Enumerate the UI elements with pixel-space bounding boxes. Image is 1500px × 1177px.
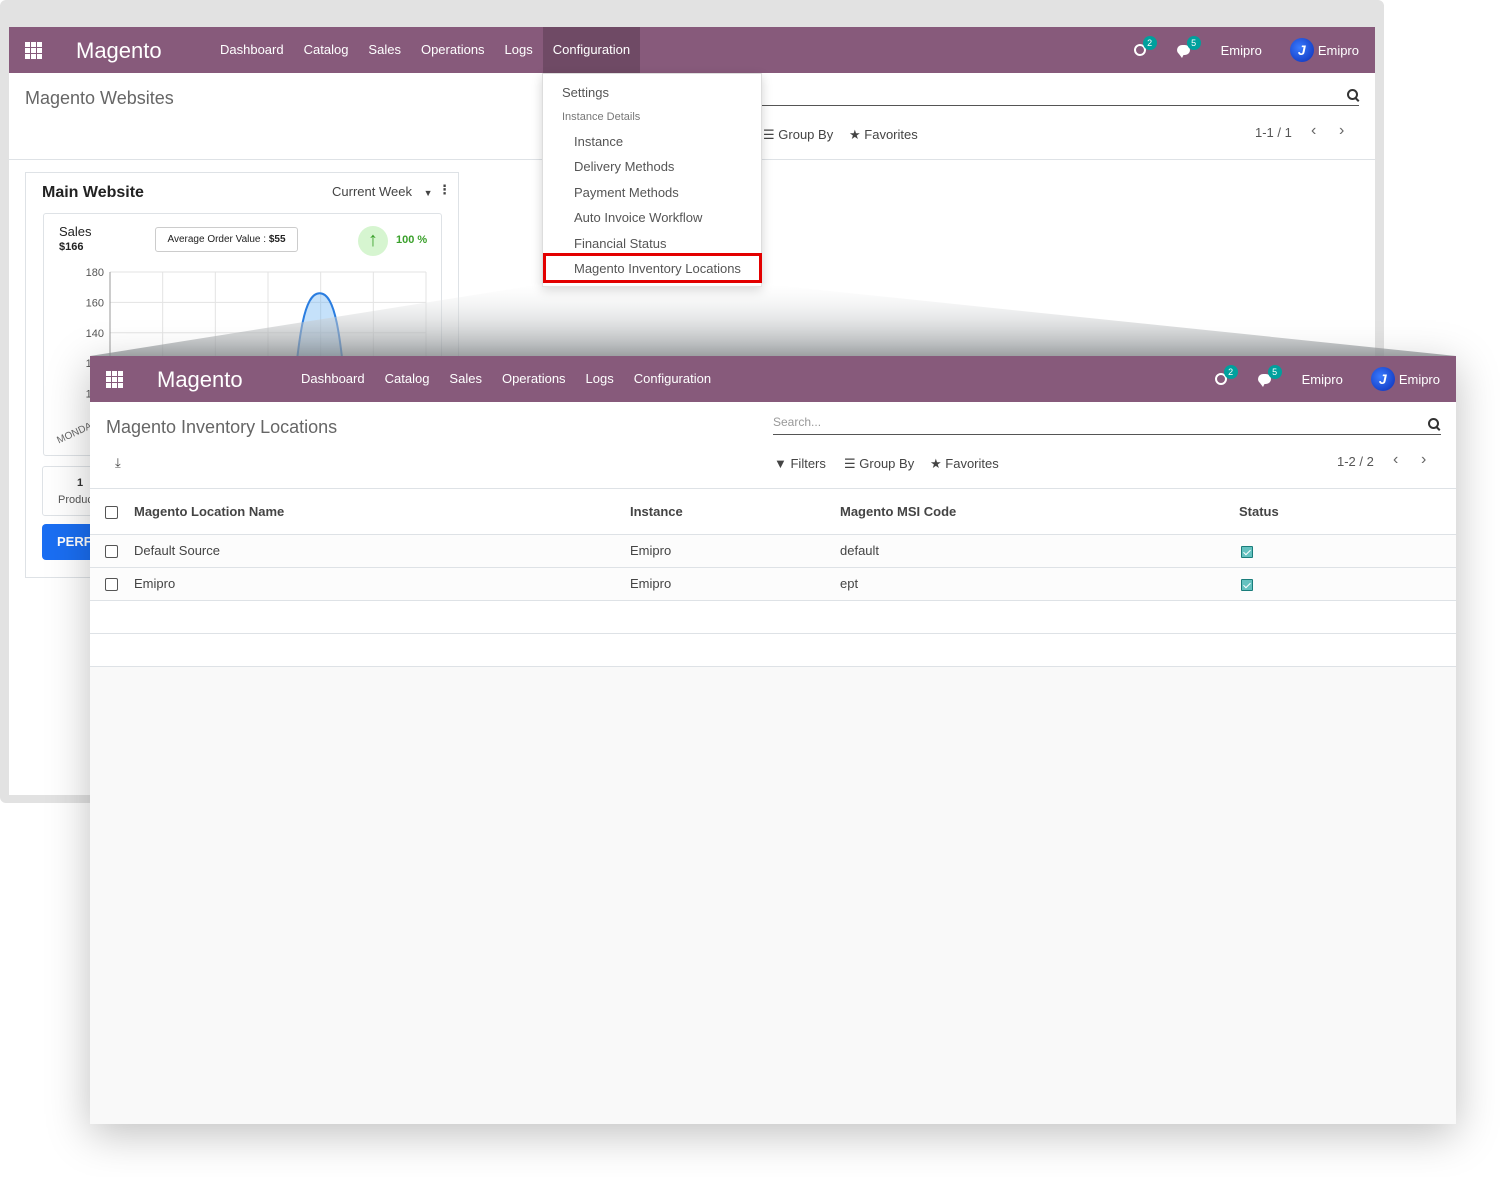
cell-status <box>1239 567 1456 601</box>
locations-table: Magento Location Name Instance Magento M… <box>90 489 1456 667</box>
select-all-cell <box>90 489 134 535</box>
cell-msi-code: default <box>840 534 1239 568</box>
messaging-menu[interactable]: 5 <box>1257 365 1282 387</box>
column-location-name[interactable]: Magento Location Name <box>134 489 630 535</box>
table-header-row: Magento Location Name Instance Magento M… <box>90 489 1456 535</box>
activity-badge: 2 <box>1223 365 1238 379</box>
row-select-cell <box>90 567 134 601</box>
cell-status <box>1239 534 1456 568</box>
status-checkbox <box>1241 545 1253 558</box>
download-icon[interactable]: ⤓ <box>115 455 121 471</box>
menu-operations[interactable]: Operations <box>492 356 576 402</box>
stat-value: 1 <box>77 477 84 489</box>
user-name: Emipro <box>1398 371 1440 387</box>
zoom-beam <box>90 284 1456 356</box>
pager-next-icon[interactable]: › <box>1421 451 1426 469</box>
main-menu: Dashboard Catalog Sales Operations Logs … <box>291 356 721 402</box>
filters-label: Filters <box>790 456 826 471</box>
select-all-checkbox[interactable] <box>105 505 118 519</box>
empty-cell <box>90 600 1456 634</box>
company-switcher[interactable]: Emipro <box>1302 372 1343 387</box>
group-by-button[interactable]: ☰ Group By <box>844 456 914 472</box>
favorites-button[interactable]: ★ Favorites <box>930 456 999 472</box>
favorites-label: Favorites <box>945 456 999 471</box>
table-row[interactable]: Emipro Emipro ept <box>90 567 1456 601</box>
search-input[interactable] <box>773 434 1441 435</box>
search-icon[interactable] <box>1428 418 1440 430</box>
systray: 2 5 Emipro J Emipro <box>1214 356 1440 402</box>
cell-instance: Emipro <box>630 534 840 568</box>
pager-value[interactable]: 1-2 / 2 <box>1337 454 1374 469</box>
empty-cell <box>90 633 1456 667</box>
front-window: Magento Dashboard Catalog Sales Operatio… <box>90 356 1456 1124</box>
row-checkbox[interactable] <box>105 578 118 592</box>
activity-menu[interactable]: 2 <box>1214 365 1238 387</box>
search-placeholder: Search... <box>773 415 822 429</box>
cell-location-name: Emipro <box>134 567 630 601</box>
app-brand: Magento <box>157 367 243 392</box>
column-msi-code[interactable]: Magento MSI Code <box>840 489 1239 535</box>
navbar: Magento Dashboard Catalog Sales Operatio… <box>90 356 1456 402</box>
cell-instance: Emipro <box>630 567 840 601</box>
empty-row <box>90 600 1456 634</box>
menu-catalog[interactable]: Catalog <box>375 356 440 402</box>
cell-location-name: Default Source <box>134 534 630 568</box>
control-panel: Magento Inventory Locations Search... ⤓ … <box>90 402 1456 489</box>
group-by-label: Group By <box>859 456 915 471</box>
apps-menu-icon[interactable] <box>106 371 123 388</box>
row-select-cell <box>90 534 134 568</box>
user-menu[interactable]: J Emipro <box>1370 367 1440 391</box>
filters-button[interactable]: ▼ Filters <box>774 456 826 471</box>
stat-label: Produc <box>58 494 93 506</box>
table-row[interactable]: Default Source Emipro default <box>90 534 1456 568</box>
empty-row <box>90 633 1456 667</box>
message-badge: 5 <box>1267 365 1282 379</box>
x-tick-label: MONDA <box>55 420 94 447</box>
menu-configuration[interactable]: Configuration <box>624 356 721 402</box>
column-instance[interactable]: Instance <box>630 489 840 535</box>
cell-msi-code: ept <box>840 567 1239 601</box>
menu-dashboard[interactable]: Dashboard <box>291 356 375 402</box>
page-title: Magento Inventory Locations <box>106 417 338 437</box>
pager-previous-icon[interactable]: ‹ <box>1393 451 1398 469</box>
avatar: J <box>1370 367 1395 391</box>
menu-sales[interactable]: Sales <box>439 356 492 402</box>
row-checkbox[interactable] <box>105 545 118 559</box>
status-checkbox <box>1241 578 1253 591</box>
column-status[interactable]: Status <box>1239 489 1456 535</box>
menu-logs[interactable]: Logs <box>576 356 624 402</box>
